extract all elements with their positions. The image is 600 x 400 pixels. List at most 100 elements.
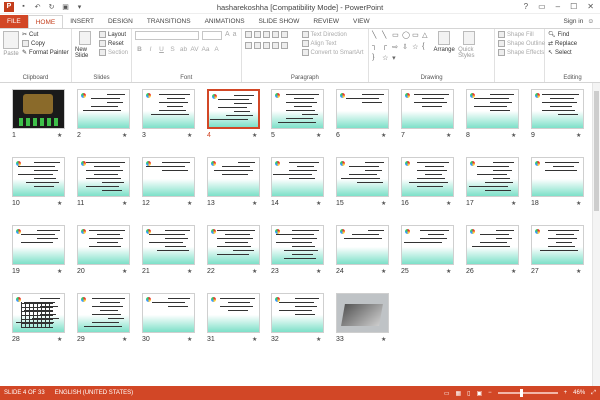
transition-icon[interactable]: ★ bbox=[381, 132, 386, 139]
oval-shape-icon[interactable]: ◯ bbox=[402, 31, 411, 42]
slide-thumbnail[interactable] bbox=[271, 89, 324, 129]
transition-icon[interactable]: ★ bbox=[511, 268, 516, 275]
cut-button[interactable]: ✂ Cut bbox=[22, 31, 69, 39]
tab-home[interactable]: HOME bbox=[27, 15, 64, 28]
reset-button[interactable]: Reset bbox=[98, 40, 128, 47]
slideshow-view-icon[interactable]: ▣ bbox=[476, 390, 482, 397]
increase-indent-icon[interactable] bbox=[271, 31, 279, 38]
align-left-icon[interactable] bbox=[244, 42, 252, 49]
slide-thumbnail[interactable] bbox=[336, 89, 389, 129]
zoom-slider-thumb[interactable] bbox=[519, 389, 523, 397]
triangle-shape-icon[interactable]: △ bbox=[422, 31, 431, 42]
arrow-shape-icon[interactable]: ⇨ bbox=[392, 43, 401, 54]
fit-slide-icon[interactable]: ⤢ bbox=[591, 390, 596, 397]
shapes-gallery[interactable]: ╲ ╲ ▭ ◯ ▭ △ ┐ ┌ ⇨ ⇩ ☆{ } ☆ ▾ bbox=[372, 31, 430, 65]
language-indicator[interactable]: ENGLISH (UNITED STATES) bbox=[55, 390, 133, 396]
zoom-in-icon[interactable]: + bbox=[564, 390, 568, 396]
close-icon[interactable]: ✕ bbox=[587, 2, 594, 11]
minimize-icon[interactable]: – bbox=[556, 2, 560, 11]
tab-transitions[interactable]: TRANSITIONS bbox=[140, 15, 198, 28]
brace-shape-icon[interactable]: { bbox=[422, 43, 431, 54]
shape-outline-button[interactable]: Shape Outline bbox=[498, 40, 545, 47]
numbering-icon[interactable] bbox=[253, 31, 261, 38]
shrink-font-icon[interactable]: a bbox=[233, 31, 237, 40]
transition-icon[interactable]: ★ bbox=[446, 132, 451, 139]
slide-thumbnail[interactable] bbox=[12, 293, 65, 333]
shadow-icon[interactable]: S bbox=[168, 45, 177, 54]
line-shape-icon[interactable]: ╲ bbox=[372, 31, 381, 42]
powerpoint-icon[interactable]: P bbox=[4, 1, 14, 12]
slide-thumbnail[interactable] bbox=[336, 293, 389, 333]
slide-thumbnail[interactable] bbox=[401, 157, 454, 197]
font-size-combo[interactable] bbox=[202, 31, 222, 40]
transition-icon[interactable]: ★ bbox=[316, 336, 321, 343]
transition-icon[interactable]: ★ bbox=[576, 132, 581, 139]
strikethrough-icon[interactable]: ab bbox=[179, 45, 188, 54]
slide-thumbnail[interactable] bbox=[142, 225, 195, 265]
tab-slide-show[interactable]: SLIDE SHOW bbox=[252, 15, 307, 28]
zoom-level[interactable]: 46% bbox=[573, 390, 585, 396]
replace-button[interactable]: ⇄ Replace bbox=[548, 40, 577, 48]
smiley-icon[interactable]: ☺ bbox=[587, 15, 594, 28]
normal-view-icon[interactable]: ▭ bbox=[444, 390, 450, 397]
transition-icon[interactable]: ★ bbox=[122, 132, 127, 139]
slide-thumbnail[interactable] bbox=[77, 225, 130, 265]
elbow-shape-icon[interactable]: ┌ bbox=[382, 43, 391, 54]
quick-styles-button[interactable]: Quick Styles bbox=[458, 31, 480, 73]
zoom-slider[interactable] bbox=[497, 389, 558, 397]
slide-thumbnail[interactable] bbox=[77, 293, 130, 333]
decrease-indent-icon[interactable] bbox=[262, 31, 270, 38]
slide-thumbnail[interactable] bbox=[12, 225, 65, 265]
slide-thumbnail[interactable] bbox=[12, 89, 65, 129]
convert-smartart-button[interactable]: Convert to SmartArt bbox=[301, 49, 364, 56]
transition-icon[interactable]: ★ bbox=[576, 268, 581, 275]
transition-icon[interactable]: ★ bbox=[57, 268, 62, 275]
transition-icon[interactable]: ★ bbox=[122, 336, 127, 343]
slide-thumbnail[interactable] bbox=[401, 225, 454, 265]
transition-icon[interactable]: ★ bbox=[187, 200, 192, 207]
tab-design[interactable]: DESIGN bbox=[101, 15, 140, 28]
slide-thumbnail[interactable] bbox=[142, 89, 195, 129]
arrange-button[interactable]: Arrange bbox=[433, 31, 455, 73]
slide-thumbnail[interactable] bbox=[531, 225, 584, 265]
font-color-icon[interactable]: A bbox=[212, 45, 221, 54]
italic-icon[interactable]: I bbox=[146, 45, 155, 54]
arrow-shape-icon[interactable]: ⇩ bbox=[402, 43, 411, 54]
redo-icon[interactable]: ↻ bbox=[47, 2, 56, 11]
transition-icon[interactable]: ★ bbox=[57, 200, 62, 207]
slide-thumbnail[interactable] bbox=[77, 157, 130, 197]
transition-icon[interactable]: ★ bbox=[381, 200, 386, 207]
find-button[interactable]: 🔍︎ Find bbox=[548, 31, 577, 39]
grow-font-icon[interactable]: A bbox=[225, 31, 230, 40]
slide-thumbnail[interactable] bbox=[336, 225, 389, 265]
slide-thumbnail[interactable] bbox=[207, 89, 260, 129]
line-shape-icon[interactable]: ╲ bbox=[382, 31, 391, 42]
brace-shape-icon[interactable]: } bbox=[372, 54, 381, 65]
align-text-button[interactable]: Align Text bbox=[301, 40, 364, 47]
transition-icon[interactable]: ★ bbox=[316, 200, 321, 207]
columns-icon[interactable] bbox=[280, 42, 288, 49]
slide-thumbnail[interactable] bbox=[271, 157, 324, 197]
slide-thumbnail[interactable] bbox=[207, 293, 260, 333]
new-slide-button[interactable]: New Slide bbox=[75, 31, 96, 73]
slide-thumbnail[interactable] bbox=[531, 89, 584, 129]
align-right-icon[interactable] bbox=[262, 42, 270, 49]
slide-thumbnail[interactable] bbox=[466, 157, 519, 197]
transition-icon[interactable]: ★ bbox=[316, 268, 321, 275]
spacing-icon[interactable]: AV bbox=[190, 45, 199, 54]
transition-icon[interactable]: ★ bbox=[252, 132, 257, 139]
ribbon-display-icon[interactable]: ▭ bbox=[538, 2, 546, 11]
text-direction-button[interactable]: Text Direction bbox=[301, 31, 364, 38]
transition-icon[interactable]: ★ bbox=[57, 132, 62, 139]
transition-icon[interactable]: ★ bbox=[511, 200, 516, 207]
tab-animations[interactable]: ANIMATIONS bbox=[198, 15, 252, 28]
tab-insert[interactable]: INSERT bbox=[63, 15, 101, 28]
shape-effects-button[interactable]: Shape Effects bbox=[498, 49, 545, 56]
rect-shape-icon[interactable]: ▭ bbox=[392, 31, 401, 42]
justify-icon[interactable] bbox=[271, 42, 279, 49]
elbow-shape-icon[interactable]: ┐ bbox=[372, 43, 381, 54]
transition-icon[interactable]: ★ bbox=[316, 132, 321, 139]
slide-thumbnail[interactable] bbox=[401, 89, 454, 129]
select-button[interactable]: ↖ Select bbox=[548, 49, 577, 57]
transition-icon[interactable]: ★ bbox=[187, 268, 192, 275]
